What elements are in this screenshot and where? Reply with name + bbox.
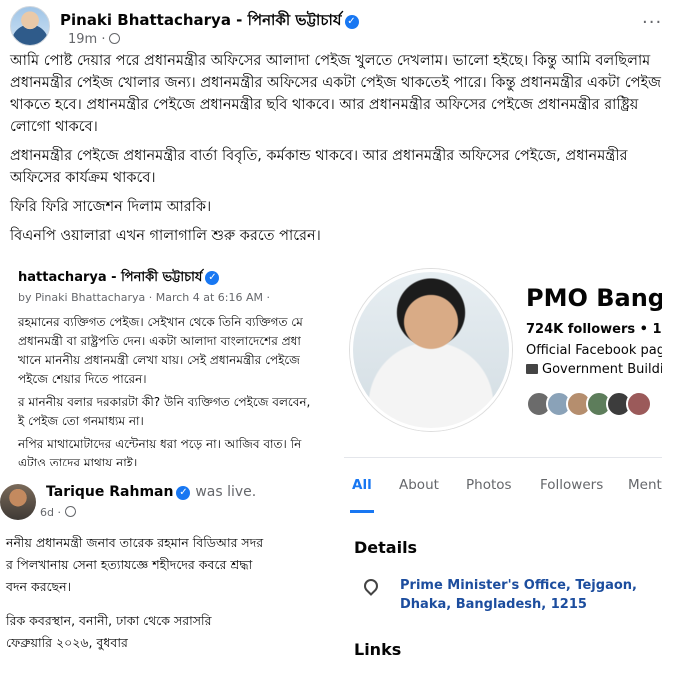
screenshot-meta: by Pinaki Bhattacharya · March 4 at 6:16… [18, 291, 271, 304]
live-time: 6d · [40, 506, 61, 519]
attached-screenshot-live-post[interactable]: Tarique Rahman ✓ was live. 6d · ননীয় প্র… [0, 476, 338, 676]
author-name-row[interactable]: Pinaki Bhattacharya - পিনাকী ভট্টাচার্য ✓ [60, 9, 359, 34]
post-meta: 19m · [68, 32, 121, 47]
tab-all[interactable]: All [352, 477, 372, 493]
globe-icon [109, 33, 121, 44]
live-line: ননীয় প্রধানমন্ত্রী জনাব তারেক রহমান বিড… [6, 535, 264, 550]
verified-badge-icon: ✓ [205, 271, 220, 285]
tab-about[interactable]: About [399, 477, 439, 493]
screenshot-line: পইজে শেয়ার দিতে পারেন। [18, 372, 147, 386]
pmo-address-link[interactable]: Prime Minister's Office, Tejgaon, Dhaka,… [400, 576, 660, 614]
post-paragraph: ফিরি ফিরি সাজেশন দিলাম আরকি। [10, 199, 212, 215]
pmo-category: Government Building [526, 362, 662, 377]
live-line: রিক কবরস্থান, বনানী, ঢাকা থেকে সরাসরি [6, 613, 212, 628]
live-text: ননীয় প্রধানমন্ত্রী জনাব তারেক রহমান বিড… [6, 532, 338, 654]
verified-badge-icon: ✓ [344, 15, 359, 29]
tab-photos[interactable]: Photos [466, 477, 512, 493]
details-heading: Details [354, 538, 418, 557]
live-line: র পিলখানায় সেনা হত্যাযজ্ঞে শহীদদের কবরে… [6, 557, 253, 572]
more-icon[interactable]: ··· [642, 14, 666, 34]
pmo-description: Official Facebook page [526, 343, 662, 358]
screenshot-line: খানে মাননীয় প্রধানমন্ত্রী লেখা যায়। সে… [18, 353, 300, 367]
pmo-details-panel: Details Prime Minister's Office, Tejgaon… [344, 524, 662, 679]
pmo-category-label: Government Building [542, 362, 662, 377]
pmo-tab-bar: All About Photos Followers Ment [344, 457, 662, 517]
attached-screenshot-earlier-post[interactable]: hattacharya - পিনাকী ভট্টাচার্য ✓ by Pina… [12, 256, 332, 466]
post-header: Pinaki Bhattacharya - পিনাকী ভট্টাচার্য ✓… [10, 6, 664, 50]
screenshot-author: hattacharya - পিনাকী ভট্টাচার্য ✓ [18, 268, 220, 289]
screenshot-line: রহমানের ব্যক্তিগত পেইজ। সেইখান থেকে তিনি… [18, 315, 303, 329]
screenshot-text: রহমানের ব্যক্তিগত পেইজ। সেইখান থেকে তিনি… [18, 314, 332, 466]
building-icon [526, 364, 538, 374]
screenshot-line: র মাননীয় বলার দরকারটা কী? উনি ব্যক্তিগত… [18, 395, 311, 409]
screenshot-line: ই পেইজ তো গনমাধ্যম না। [18, 414, 144, 428]
post-time[interactable]: 19m [68, 32, 97, 47]
pmo-profile-photo [350, 269, 512, 431]
author-name[interactable]: Pinaki Bhattacharya - পিনাকী ভট্টাচার্য [60, 11, 342, 29]
live-status: was live. [195, 484, 257, 500]
screenshot-line: এটাও তাদের মাথায় নাই। [18, 456, 138, 466]
location-pin-icon [361, 576, 381, 596]
screenshot-line: নপির মাথামোটাদের এন্টেনায় ধরা পড়ে না। … [18, 437, 302, 451]
tab-followers[interactable]: Followers [540, 477, 603, 493]
screenshot-author-name: hattacharya - পিনাকী ভট্টাচার্য [18, 270, 203, 285]
tab-mentions[interactable]: Ment [628, 477, 662, 493]
verified-badge-icon: ✓ [176, 486, 191, 500]
attached-screenshot-pmo-page[interactable]: PMO Bang 724K followers • 1 foll Officia… [344, 252, 662, 679]
live-line: বদন করছেন। [6, 579, 72, 594]
follower-avatar [626, 391, 652, 417]
author-avatar[interactable] [10, 6, 50, 46]
pmo-follower-count: 724K followers • 1 foll [526, 322, 662, 337]
pmo-page-header: PMO Bang 724K followers • 1 foll Officia… [344, 252, 662, 452]
follower-avatars [526, 391, 662, 421]
post-text: আমি পোষ্ট দেয়ার পরে প্রধানমন্ত্রীর অফিস… [10, 50, 664, 254]
pmo-page-name: PMO Bang [526, 284, 662, 312]
live-author-name: Tarique Rahman [46, 484, 174, 500]
links-heading: Links [354, 640, 402, 659]
post-paragraph: বিএনপি ওয়ালারা এখন গালাগালি শুরু করতে প… [10, 228, 321, 244]
post-paragraph: প্রধানমন্ত্রীর পেইজে প্রধানমন্ত্রীর বার্… [10, 148, 628, 186]
live-line: ফেব্রুয়ারি ২০২৬, বুধবার [6, 635, 128, 650]
screenshot-line: প্রধানমন্ত্রী বা রাষ্ট্রপতি দেন। একটা আল… [18, 334, 301, 348]
active-tab-indicator [350, 510, 374, 513]
live-meta: 6d · [40, 506, 76, 519]
post-paragraph: আমি পোষ্ট দেয়ার পরে প্রধানমন্ত্রীর অফিস… [10, 53, 661, 135]
globe-icon [64, 506, 76, 517]
tarique-avatar [0, 484, 36, 520]
live-post-header: Tarique Rahman ✓ was live. [46, 484, 256, 500]
